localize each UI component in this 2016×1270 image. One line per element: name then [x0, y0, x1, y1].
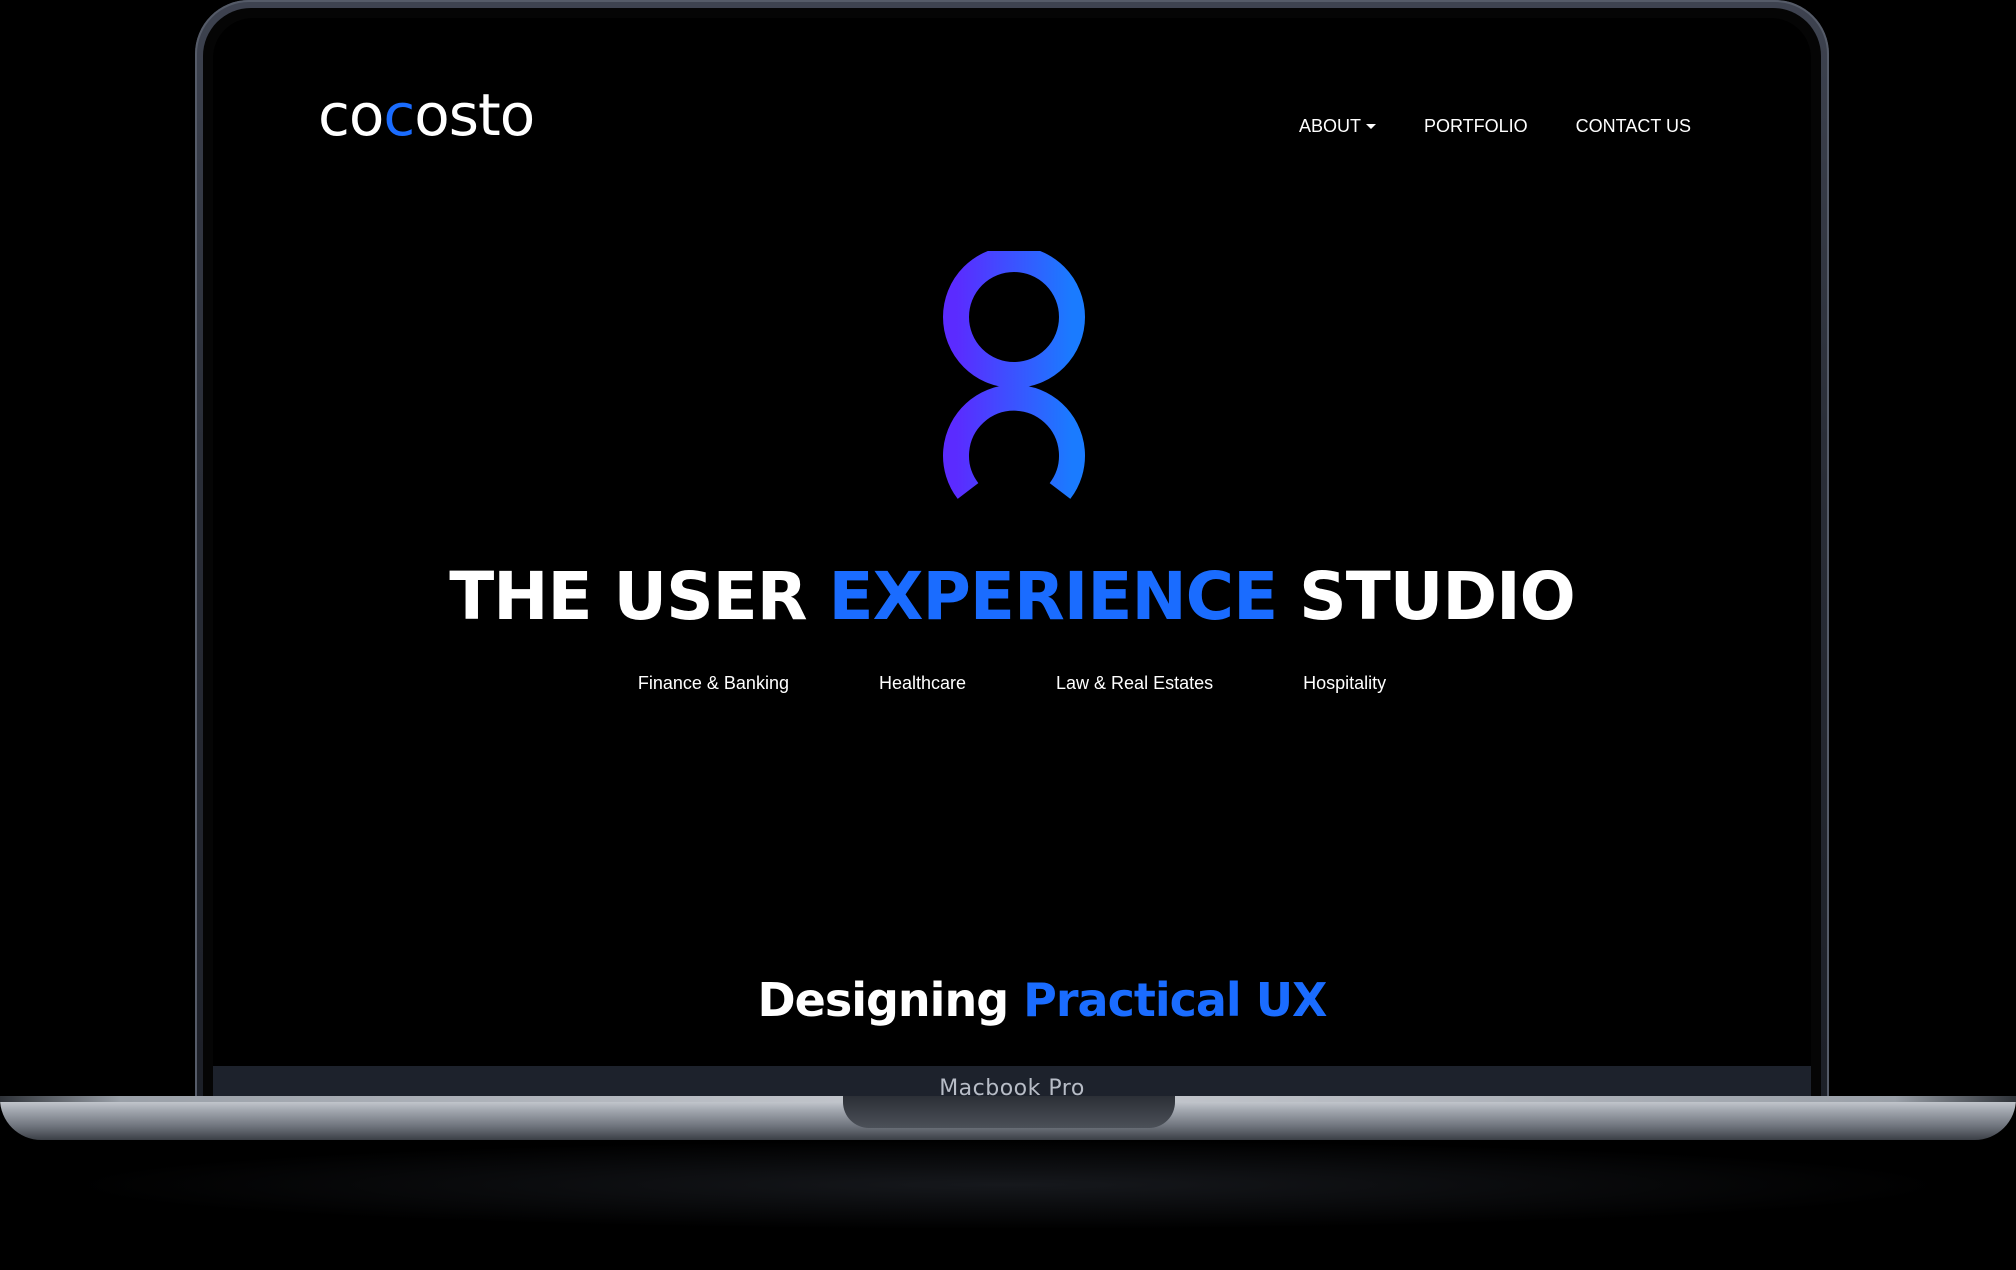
sector-healthcare[interactable]: Healthcare — [879, 673, 966, 694]
screen-bezel: cocosto ABOUT PORTFOLIO CONTACT US THE U… — [203, 8, 1821, 1110]
brand-mark-icon — [943, 251, 1085, 499]
section-title-start: Designing — [757, 973, 1024, 1027]
website-screen: cocosto ABOUT PORTFOLIO CONTACT US THE U… — [213, 18, 1811, 1066]
hero-title-start: THE USER — [449, 558, 829, 635]
laptop-mockup: cocosto ABOUT PORTFOLIO CONTACT US THE U… — [0, 0, 2016, 1270]
sector-list: Finance & Banking Healthcare Law & Real … — [213, 673, 1811, 694]
chevron-down-icon — [1365, 124, 1376, 129]
site-logo[interactable]: cocosto — [318, 86, 535, 144]
section-title: Designing Practical UX — [213, 973, 1811, 1027]
laptop-shadow — [60, 1140, 1956, 1230]
laptop-notch — [843, 1096, 1175, 1128]
sector-hospitality[interactable]: Hospitality — [1303, 673, 1386, 694]
laptop-lid: cocosto ABOUT PORTFOLIO CONTACT US THE U… — [195, 0, 1829, 1110]
main-nav: ABOUT PORTFOLIO CONTACT US — [1299, 116, 1691, 137]
nav-about-label: ABOUT — [1298, 116, 1361, 136]
section-title-highlight: Practical UX — [1023, 973, 1327, 1027]
logo-text-accent: c — [383, 81, 415, 149]
nav-contact[interactable]: CONTACT US — [1576, 116, 1691, 137]
logo-text-start: co — [318, 81, 384, 149]
nav-about[interactable]: ABOUT — [1299, 116, 1376, 137]
nav-portfolio[interactable]: PORTFOLIO — [1424, 116, 1528, 137]
logo-text-end: osto — [414, 81, 535, 149]
hero-title-end: STUDIO — [1277, 558, 1576, 635]
sector-law[interactable]: Law & Real Estates — [1056, 673, 1213, 694]
hero-title-highlight: EXPERIENCE — [828, 558, 1279, 635]
sector-finance[interactable]: Finance & Banking — [638, 673, 789, 694]
hero-title: THE USER EXPERIENCE STUDIO — [213, 558, 1811, 635]
